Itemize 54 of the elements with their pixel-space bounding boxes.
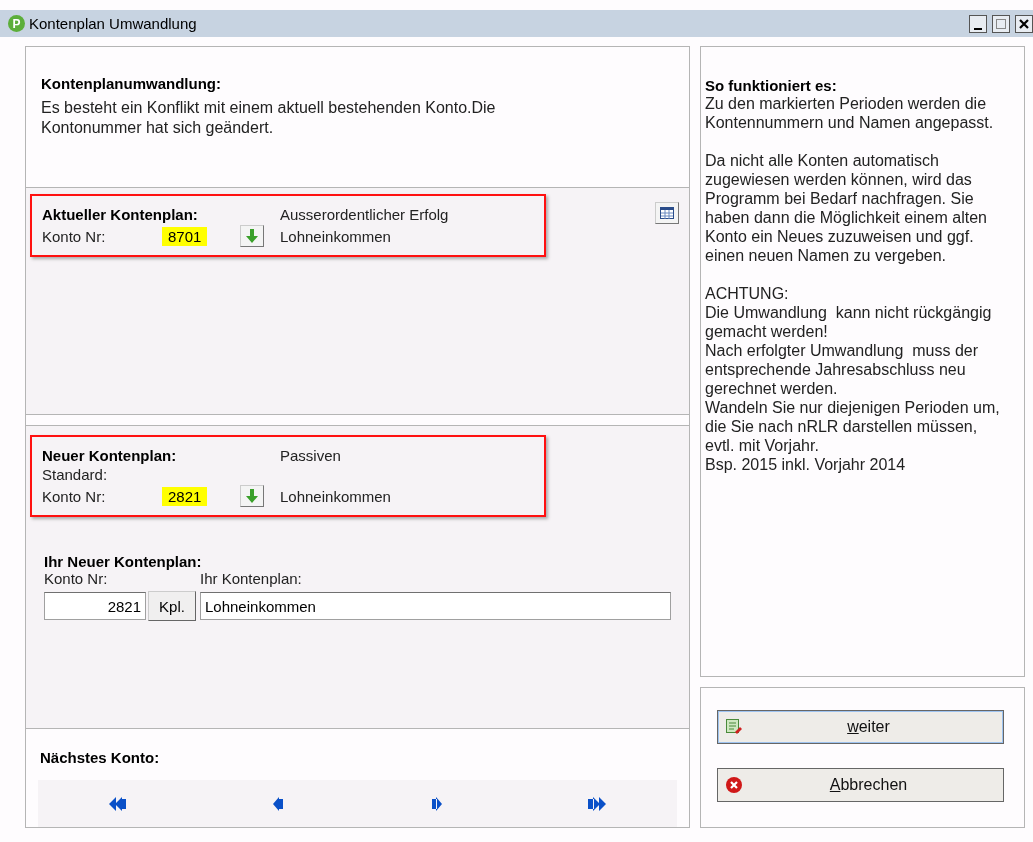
plan-label: Ihr Kontenplan: bbox=[200, 570, 303, 587]
new-plan-heading: Neuer Kontenplan: bbox=[42, 447, 178, 464]
help-text: ACHTUNG: bbox=[705, 284, 790, 303]
account-group: Ausserordentlicher Erfolg bbox=[280, 206, 534, 223]
table-icon bbox=[660, 207, 674, 219]
apply-button[interactable] bbox=[240, 485, 264, 507]
sheet-pencil-icon bbox=[726, 719, 742, 735]
account-number: 2821 bbox=[162, 486, 208, 506]
account-number-field[interactable]: 2821 bbox=[44, 592, 146, 620]
minimize-button[interactable] bbox=[969, 14, 987, 33]
window-title: Kontenplan Umwandlung bbox=[29, 15, 198, 32]
help-text: Die Umwandlung kann nicht rückgängig gemacht werden! bbox=[705, 303, 993, 341]
account-number: 8701 bbox=[162, 226, 208, 246]
account-name: Lohneinkommen bbox=[280, 227, 392, 245]
navigation-button[interactable] bbox=[588, 796, 607, 811]
account-name: Lohneinkommen bbox=[280, 487, 392, 505]
intro-text: Es besteht ein Konflikt mit einem aktuell bestehenden Konto.Die Kontonummer hat sich geändert. bbox=[41, 98, 497, 138]
app-icon: P bbox=[8, 15, 25, 32]
navigation-button[interactable] bbox=[272, 796, 283, 811]
help-text: Bsp. 2015 inkl. Vorjahr 2014 bbox=[705, 455, 907, 474]
account-label: Konto Nr: bbox=[42, 227, 107, 245]
help-text: Nach erfolgter Umwandlung muss der entsprechende Jahresabschluss neu gerechnet werden. bbox=[705, 341, 979, 398]
maximize-button[interactable] bbox=[992, 14, 1010, 33]
right-arrow-icon bbox=[432, 796, 443, 811]
next-button[interactable]: weiter bbox=[717, 710, 1004, 744]
cancel-icon bbox=[726, 777, 742, 793]
help-text: Da nicht alle Konten automatisch zugewiesen werden können, wird das Programm bei Bedarf nachfragen. Sie haben dann die Möglichkeit einem alten Konto ein Neues zuzuweisen und ggf. einen neuen Namen zu vergeben. bbox=[705, 151, 988, 265]
maximize-icon bbox=[995, 18, 1007, 29]
down-arrow-icon bbox=[246, 489, 258, 503]
double-left-arrow-icon bbox=[108, 796, 127, 811]
apply-button[interactable] bbox=[240, 225, 264, 247]
standard-label: Standard: bbox=[42, 466, 109, 483]
down-arrow-icon bbox=[246, 229, 258, 243]
account-label: Konto Nr: bbox=[44, 570, 109, 587]
help-text: Wandeln Sie nur diejenigen Perioden um, die Sie nach nRLR darstellen müssen, evtl. mit Vorjahr. bbox=[705, 398, 1001, 455]
plan-name-field[interactable]: Lohneinkommen bbox=[200, 592, 671, 620]
help-text: Zu den markierten Perioden werden die Kontennummern und Namen angepasst. bbox=[705, 94, 995, 132]
account-group: Passiven bbox=[280, 447, 534, 464]
navigation-button[interactable] bbox=[432, 796, 443, 811]
minimize-icon bbox=[974, 27, 982, 30]
current-plan-heading: Aktueller Kontenplan: bbox=[42, 206, 199, 223]
plan-button[interactable]: Kpl. bbox=[148, 591, 196, 621]
table-button[interactable] bbox=[655, 202, 679, 224]
your-plan-heading: Ihr Neuer Kontenplan: bbox=[44, 553, 203, 570]
close-button[interactable] bbox=[1015, 14, 1033, 33]
intro-heading: Kontenplanumwandlung: bbox=[41, 75, 222, 92]
help-heading: So funktioniert es: bbox=[705, 77, 838, 94]
double-right-arrow-icon bbox=[588, 796, 607, 811]
left-arrow-icon bbox=[272, 796, 283, 811]
close-icon bbox=[1019, 18, 1029, 29]
next-account-heading: Nächstes Konto: bbox=[40, 749, 161, 766]
account-label: Konto Nr: bbox=[42, 487, 107, 505]
cancel-button[interactable]: Abbrechen bbox=[717, 768, 1004, 802]
navigation-button[interactable] bbox=[108, 796, 127, 811]
